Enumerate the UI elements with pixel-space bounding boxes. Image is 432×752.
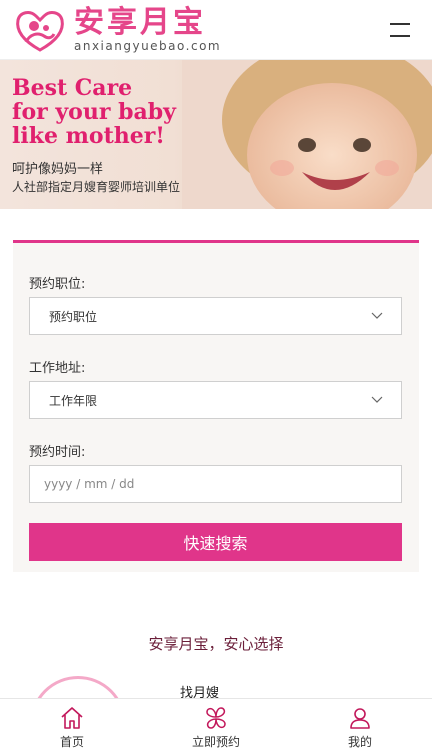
baby-photo	[182, 60, 432, 209]
nav-item-book[interactable]: 立即预约	[144, 699, 288, 752]
position-select[interactable]: 预约职位	[29, 297, 402, 335]
slogan: 安享月宝，安心选择	[148, 635, 284, 653]
nav-item-home[interactable]: 首页	[0, 699, 144, 752]
quick-search-button[interactable]: 快速搜索	[29, 523, 402, 561]
chevron-down-icon	[371, 312, 383, 319]
banner-title-line-3: like mother!	[12, 123, 165, 149]
location-label: 工作地址:	[29, 361, 86, 376]
location-select[interactable]: 工作年限	[29, 381, 402, 419]
logo[interactable]: 安享月宝 anxiangyuebao.com	[12, 6, 221, 54]
nav-label-home: 首页	[59, 735, 84, 749]
position-select-value: 预约职位	[49, 309, 98, 324]
chevron-down-icon	[371, 396, 383, 403]
home-icon	[61, 707, 83, 729]
position-label: 预约职位:	[29, 277, 86, 292]
time-label: 预约时间:	[29, 445, 86, 460]
nav-label-mine: 我的	[347, 735, 372, 749]
nav-label-book: 立即预约	[191, 735, 240, 749]
banner-title-line-2: for your baby	[12, 99, 176, 125]
location-select-value: 工作年限	[49, 393, 98, 408]
banner-caption: 人社部指定月嫂育婴师培训单位	[12, 180, 181, 194]
date-input-placeholder: yyyy / mm / dd	[44, 477, 135, 491]
banner-title-line-1: Best Care	[12, 75, 133, 101]
mother-baby-logo-icon	[16, 10, 64, 52]
banner-subtitle: 呵护像妈妈一样	[12, 162, 104, 177]
app-header: 安享月宝 anxiangyuebao.com	[0, 0, 432, 60]
nav-item-mine[interactable]: 我的	[288, 699, 432, 752]
logo-text-cn: 安享月宝	[74, 4, 206, 40]
logo-text-en: anxiangyuebao.com	[74, 38, 222, 53]
search-form: 预约职位: 预约职位 工作地址: 工作年限 预约时间: yyyy / mm / …	[13, 240, 419, 572]
user-icon	[350, 708, 370, 729]
hamburger-icon[interactable]	[390, 22, 410, 37]
date-input[interactable]: yyyy / mm / dd	[29, 465, 402, 503]
bottom-nav: 首页 立即预约 我的	[0, 698, 432, 752]
hero-banner[interactable]: Best Care for your baby like mother! 呵护像…	[0, 60, 432, 209]
clover-icon	[206, 707, 226, 729]
